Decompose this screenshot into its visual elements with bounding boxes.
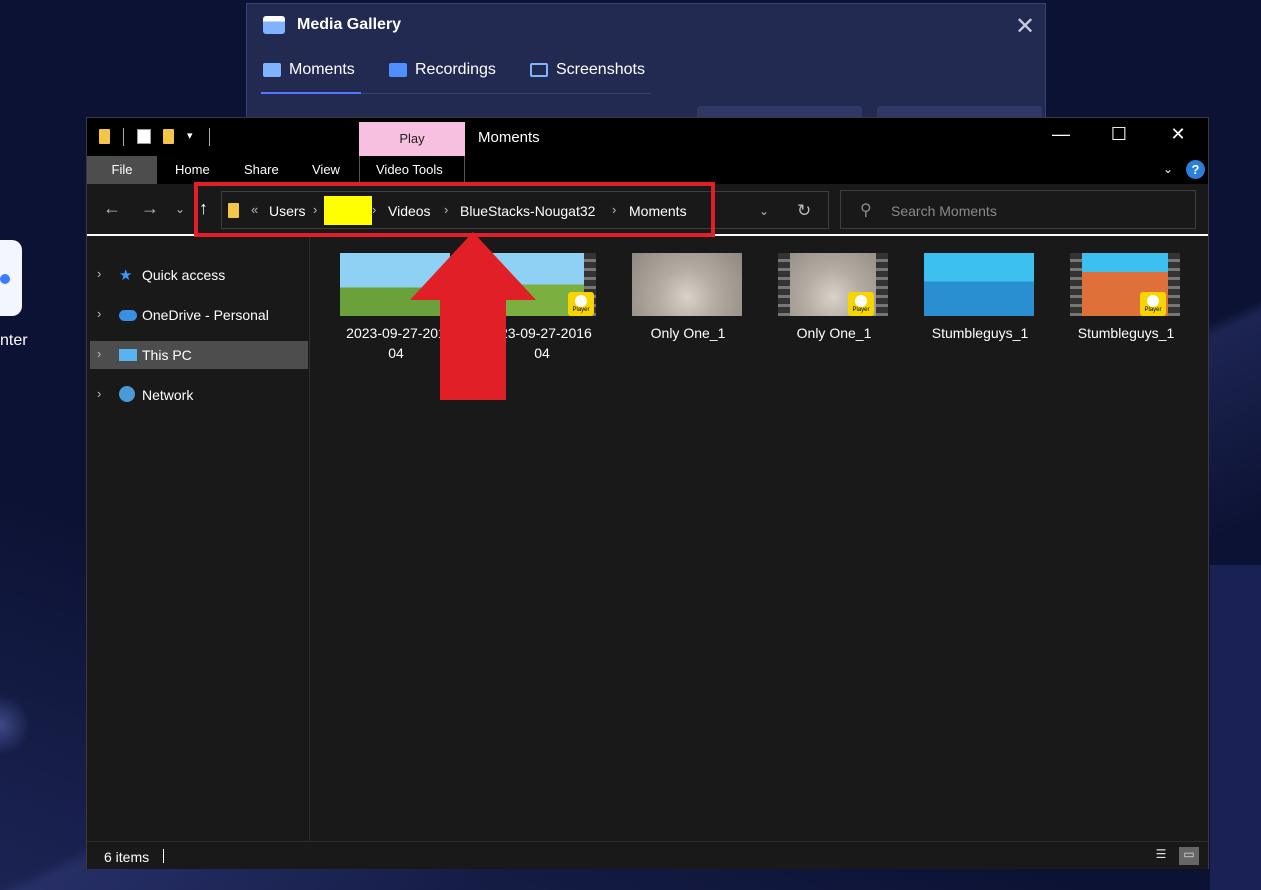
forward-icon[interactable]: → (141, 198, 159, 219)
film-strip (778, 253, 790, 316)
film-strip (876, 253, 888, 316)
desktop-panel (1210, 565, 1261, 890)
search-box[interactable]: ⚲ Search Moments (840, 190, 1196, 229)
status-bar: 6 items ☰ ▭ (87, 841, 1208, 869)
film-strip (1070, 253, 1082, 316)
video-thumbnail: Player (1070, 253, 1180, 316)
toolbar-divider (123, 128, 124, 146)
sidebar-item-network[interactable]: › Network (87, 381, 309, 409)
file-item[interactable]: Player Stumbleguys_1 (1063, 237, 1189, 357)
tab-screenshots-label: Screenshots (556, 61, 645, 78)
tab-screenshots[interactable]: Screenshots (530, 61, 645, 79)
expand-ribbon-icon[interactable]: ⌄ (1163, 162, 1173, 176)
title-bar: ▾ Play Moments — ☐ ✕ (87, 118, 1208, 156)
player-badge: Player (568, 292, 594, 316)
large-icons-view-icon[interactable]: ▭ (1179, 847, 1199, 865)
new-folder-icon[interactable] (163, 129, 174, 147)
tab-file[interactable]: File (87, 156, 157, 184)
tab-view[interactable]: View (312, 162, 340, 177)
file-item[interactable]: Stumbleguys_1 (917, 237, 1043, 357)
file-name: Only One_1 (650, 325, 726, 341)
video-thumbnail (924, 253, 1034, 316)
player-badge: Player (1140, 292, 1166, 316)
navigation-pane: › ★ Quick access › OneDrive - Personal ›… (87, 237, 309, 841)
chevron-right-icon[interactable]: › (97, 346, 101, 361)
close-icon[interactable]: ✕ (1158, 124, 1198, 145)
tab-moments[interactable]: Moments (263, 61, 355, 79)
video-thumbnail (632, 253, 742, 316)
address-highlight-box (194, 182, 715, 237)
chevron-right-icon[interactable]: › (97, 306, 101, 321)
tab-video-tools[interactable]: Video Tools (376, 162, 443, 177)
video-thumbnail: Player (778, 253, 888, 316)
item-count: 6 items (104, 849, 150, 865)
file-name: Stumbleguys_1 (1077, 325, 1175, 341)
minimize-icon[interactable]: — (1041, 124, 1081, 145)
help-icon[interactable]: ? (1186, 160, 1205, 179)
camera-icon (389, 63, 407, 77)
ribbon-tabs: File Home Share View Video Tools ⌄ ? (87, 156, 1208, 184)
refresh-icon[interactable]: ↻ (797, 201, 811, 221)
customize-toolbar-icon[interactable]: ▾ (187, 129, 193, 142)
media-gallery-window: Media Gallery ✕ Moments Recordings Scree… (246, 3, 1046, 133)
tab-share[interactable]: Share (244, 162, 279, 177)
computer-icon (119, 349, 137, 361)
chevron-right-icon[interactable]: › (97, 266, 101, 281)
file-explorer-window: ▾ Play Moments — ☐ ✕ File Home Share Vie… (86, 117, 1209, 869)
sidebar-item-quick-access[interactable]: › ★ Quick access (87, 261, 309, 289)
desktop-app-label: nter (0, 332, 28, 349)
film-strip (1168, 253, 1180, 316)
back-icon[interactable]: ← (103, 198, 121, 219)
media-gallery-title: Media Gallery (297, 16, 402, 33)
sidebar-item-label: Quick access (142, 267, 226, 283)
sidebar-item-label: This PC (142, 347, 192, 363)
chevron-right-icon[interactable]: › (97, 386, 101, 401)
file-item[interactable]: Player Only One_1 (771, 237, 897, 357)
file-name: Only One_1 (796, 325, 872, 341)
tab-recordings[interactable]: Recordings (389, 61, 496, 79)
context-tab-play[interactable]: Play (359, 122, 465, 156)
screenshot-icon (530, 63, 548, 77)
file-item[interactable]: Only One_1 (625, 237, 751, 357)
tab-recordings-label: Recordings (415, 61, 496, 78)
cloud-icon (119, 310, 137, 321)
search-placeholder: Search Moments (891, 203, 997, 219)
file-name: Stumbleguys_1 (931, 325, 1029, 341)
address-dropdown-icon[interactable]: ⌄ (759, 204, 769, 218)
maximize-icon[interactable]: ☐ (1099, 124, 1139, 145)
sidebar-item-onedrive[interactable]: › OneDrive - Personal (87, 301, 309, 329)
sidebar-item-label: OneDrive - Personal (142, 307, 269, 323)
sidebar-item-label: Network (142, 387, 194, 403)
sidebar-item-this-pc[interactable]: › This PC (90, 341, 308, 369)
properties-icon[interactable] (137, 129, 151, 147)
close-icon[interactable]: ✕ (1015, 12, 1035, 41)
window-title: Moments (478, 129, 540, 146)
desktop-app-icon[interactable] (0, 240, 22, 316)
folder-icon (99, 129, 110, 147)
active-tab-indicator (261, 92, 361, 94)
gallery-logo-icon (263, 16, 285, 34)
player-badge: Player (848, 292, 874, 316)
status-divider (163, 849, 164, 863)
clapper-icon (263, 63, 281, 77)
toolbar-divider (209, 128, 210, 146)
search-icon: ⚲ (860, 202, 872, 219)
recent-locations-icon[interactable]: ⌄ (175, 202, 185, 216)
tab-moments-label: Moments (289, 61, 355, 78)
red-arrow-icon (410, 232, 536, 400)
details-view-icon[interactable]: ☰ (1151, 847, 1171, 865)
star-icon: ★ (119, 267, 133, 284)
network-icon (119, 386, 135, 402)
tab-home[interactable]: Home (175, 162, 210, 177)
